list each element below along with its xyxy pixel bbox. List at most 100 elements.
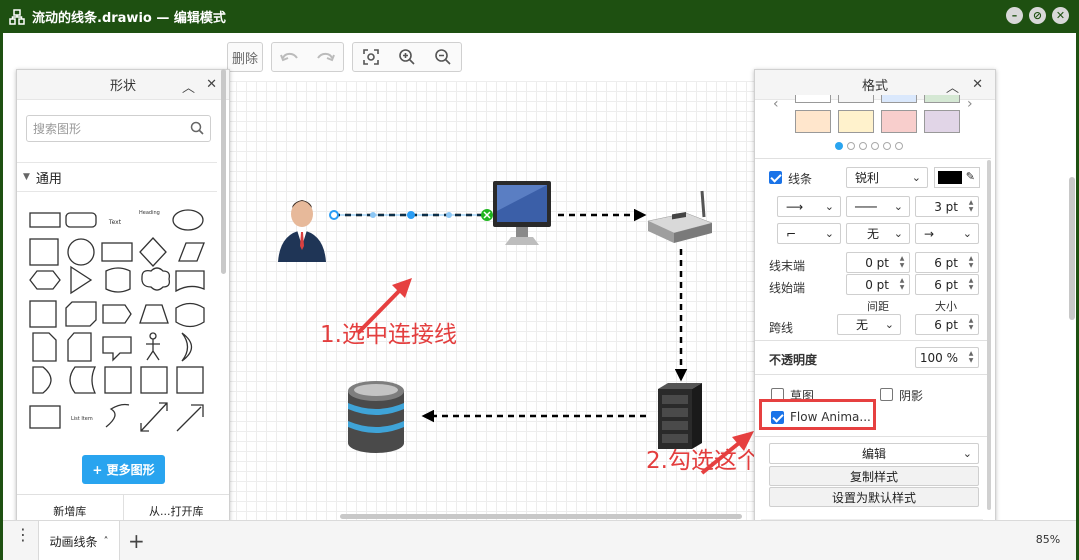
- more-shapes-button[interactable]: + 更多图形: [82, 455, 165, 484]
- line-start-spacing-input[interactable]: 0 pt ▲ ▼: [846, 274, 910, 295]
- parallelogram-shape[interactable]: [178, 242, 205, 262]
- delay-shape[interactable]: [32, 366, 52, 394]
- dash-pattern-select[interactable]: ─── ⌄: [846, 196, 910, 217]
- line-end-size-input[interactable]: 6 pt ▲ ▼: [915, 252, 979, 273]
- router-icon[interactable]: [647, 190, 713, 243]
- waypoint-select[interactable]: ⌐ ⌄: [777, 223, 841, 244]
- swimlane-shape[interactable]: [140, 366, 168, 394]
- square-shape[interactable]: [29, 238, 59, 266]
- callout-shape[interactable]: [102, 336, 132, 362]
- collapse-shapes-panel-button[interactable]: ︿: [182, 77, 195, 96]
- line-end-spacing-stepper[interactable]: ▲ ▼: [897, 255, 907, 270]
- shadow-checkbox[interactable]: [880, 388, 893, 401]
- pager-dot[interactable]: [847, 142, 855, 150]
- heading-shape[interactable]: Heading: [139, 210, 160, 216]
- line-end-arrow-select[interactable]: → ⌄: [915, 223, 979, 244]
- monitor-icon[interactable]: [493, 181, 551, 245]
- line-start-arrow-select[interactable]: 无 ⌄: [846, 223, 910, 244]
- vertical-scrollbar[interactable]: [1069, 177, 1075, 320]
- line-width-stepper[interactable]: ▲ ▼: [966, 199, 976, 214]
- copy-style-button[interactable]: 复制样式: [769, 466, 979, 486]
- table-shape[interactable]: [176, 366, 204, 394]
- database-icon[interactable]: [348, 381, 404, 453]
- line-width-input[interactable]: 3 pt ▲ ▼: [915, 196, 979, 217]
- trapezoid-shape[interactable]: [139, 304, 169, 324]
- pager-dot-active[interactable]: [835, 142, 843, 150]
- edge-virtual-handle[interactable]: [370, 212, 376, 218]
- close-format-panel-button[interactable]: ✕: [972, 77, 983, 92]
- line-pattern-select[interactable]: ⟶ ⌄: [777, 196, 841, 217]
- chevron-right-icon[interactable]: ›: [967, 96, 973, 112]
- edge-start-handle[interactable]: [329, 210, 339, 220]
- bidirectional-arrow-shape[interactable]: [140, 402, 168, 432]
- format-panel-scrollbar[interactable]: [987, 160, 991, 510]
- page-tab[interactable]: 动画线条 ˄: [38, 521, 120, 560]
- cloud-shape[interactable]: [141, 267, 171, 291]
- close-window-button[interactable]: ✕: [1052, 7, 1069, 24]
- document-shape[interactable]: [175, 270, 205, 293]
- selected-connector[interactable]: [329, 209, 493, 221]
- ellipse-shape[interactable]: [172, 209, 204, 231]
- edge-virtual-handle[interactable]: [446, 212, 452, 218]
- chevron-up-icon[interactable]: ˄: [104, 536, 109, 547]
- collapse-format-panel-button[interactable]: ︿: [946, 77, 959, 96]
- line-end-spacing-input[interactable]: 0 pt ▲ ▼: [846, 252, 910, 273]
- note-shape[interactable]: [32, 332, 57, 362]
- internal-storage-shape[interactable]: [29, 300, 57, 328]
- list-shape[interactable]: [29, 405, 61, 429]
- line-jump-size-input[interactable]: 6 pt ▲ ▼: [915, 314, 979, 335]
- line-jump-size-stepper[interactable]: ▲ ▼: [966, 317, 976, 332]
- style-swatch-4[interactable]: [924, 95, 960, 103]
- line-color-picker[interactable]: ✎: [934, 167, 980, 188]
- chevron-left-icon[interactable]: ‹: [773, 96, 779, 112]
- curve-shape[interactable]: [105, 403, 130, 428]
- container-shape[interactable]: [104, 366, 132, 394]
- opacity-input[interactable]: 100 % ▲ ▼: [915, 347, 979, 368]
- list-item-shape[interactable]: List Item: [71, 416, 93, 422]
- minimize-button[interactable]: –: [1006, 7, 1023, 24]
- data-storage-shape[interactable]: [69, 366, 97, 394]
- rounded-rectangle-shape[interactable]: [65, 212, 97, 228]
- cube-shape[interactable]: [65, 301, 97, 327]
- zoom-out-button[interactable]: [425, 43, 461, 71]
- style-swatch-6[interactable]: [838, 110, 874, 133]
- style-swatch-2[interactable]: [838, 95, 874, 103]
- shapes-panel-scrollbar[interactable]: [221, 69, 226, 274]
- general-section-header[interactable]: ▼ 通用: [17, 162, 217, 192]
- fit-button[interactable]: [353, 43, 389, 71]
- rectangle-shape[interactable]: [29, 212, 61, 228]
- line-jump-select[interactable]: 无 ⌄: [837, 314, 901, 335]
- undo-button[interactable]: [272, 43, 308, 71]
- edge-mid-handle[interactable]: [407, 211, 415, 219]
- opacity-stepper[interactable]: ▲ ▼: [966, 350, 976, 365]
- style-swatch-7[interactable]: [881, 110, 917, 133]
- hexagon-shape[interactable]: [29, 270, 61, 290]
- arrow-shape[interactable]: [176, 404, 204, 432]
- actor-shape[interactable]: [146, 339, 160, 361]
- businessman-icon[interactable]: [278, 200, 326, 262]
- line-checkbox[interactable]: [769, 171, 782, 184]
- style-swatch-3[interactable]: [881, 95, 917, 103]
- line-start-spacing-stepper[interactable]: ▲ ▼: [897, 277, 907, 292]
- step-shape[interactable]: [102, 304, 132, 324]
- add-page-icon[interactable]: +: [128, 529, 145, 553]
- set-default-style-button[interactable]: 设置为默认样式: [769, 487, 979, 507]
- card-shape[interactable]: [67, 332, 92, 362]
- pager-dot[interactable]: [883, 142, 891, 150]
- horizontal-scrollbar[interactable]: [340, 514, 742, 519]
- redo-button[interactable]: [308, 43, 344, 71]
- pager-dot[interactable]: [871, 142, 879, 150]
- triangle-shape[interactable]: [70, 265, 93, 295]
- style-swatch-1[interactable]: [795, 95, 831, 103]
- diamond-shape[interactable]: [139, 237, 167, 267]
- line-style-select[interactable]: 锐利 ⌄: [846, 167, 928, 188]
- line-start-size-stepper[interactable]: ▲ ▼: [966, 277, 976, 292]
- close-shapes-panel-button[interactable]: ✕: [206, 77, 217, 92]
- shape-search-input[interactable]: 搜索图形: [26, 115, 211, 142]
- zoom-level[interactable]: 85%: [1028, 533, 1068, 546]
- delete-button[interactable]: 删除: [228, 43, 262, 71]
- server-rack-icon[interactable]: [658, 383, 702, 449]
- zoom-in-button[interactable]: [389, 43, 425, 71]
- or-shape[interactable]: [181, 332, 193, 362]
- tape-shape[interactable]: [175, 302, 205, 328]
